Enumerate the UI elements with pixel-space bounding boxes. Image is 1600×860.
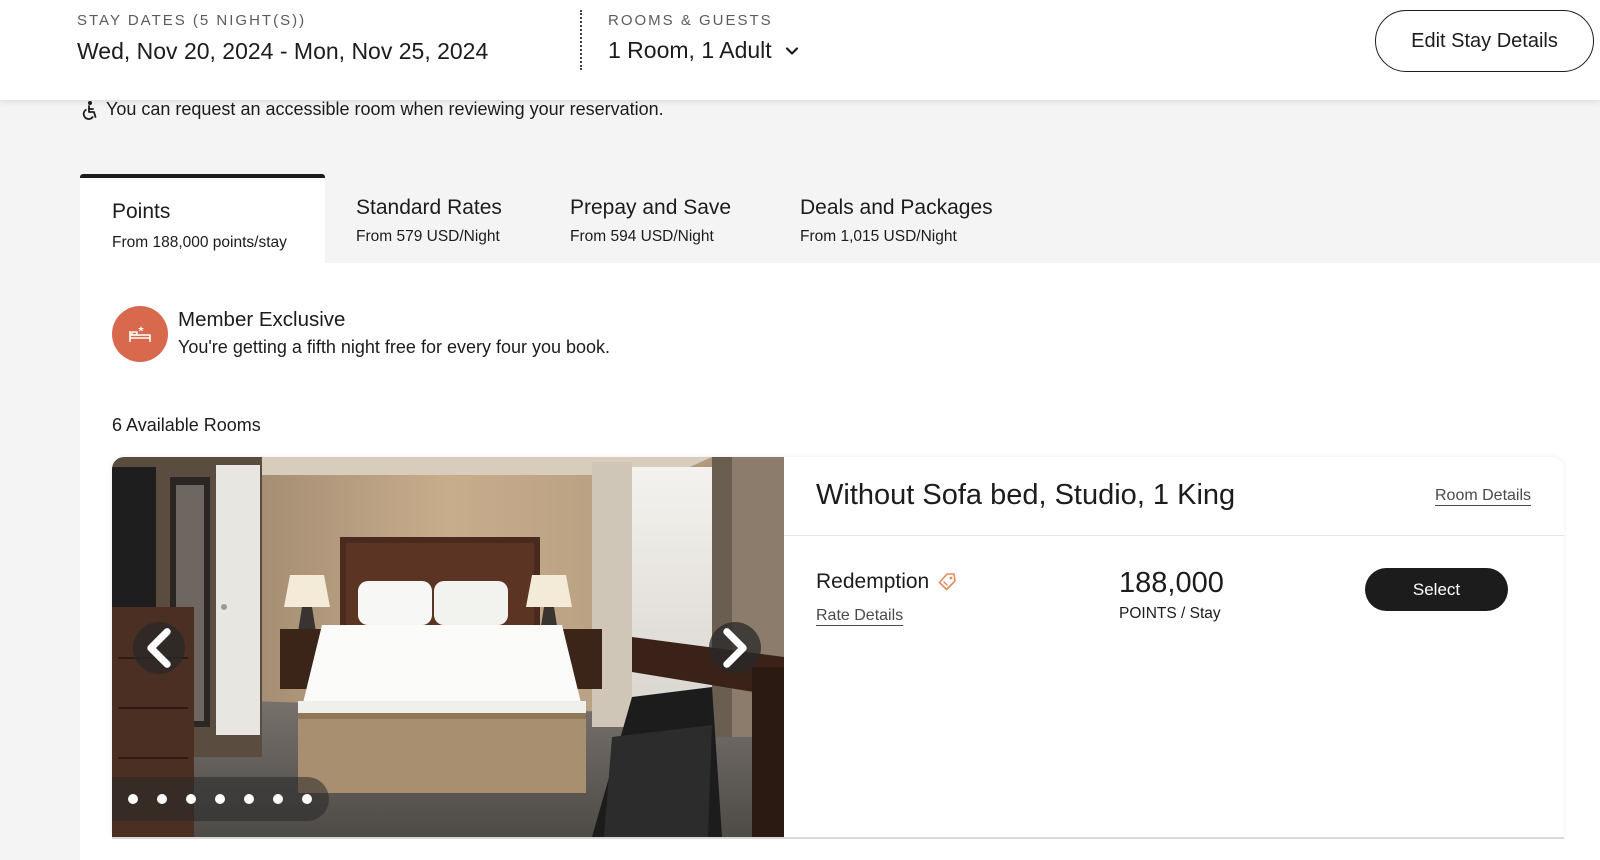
rooms-guests-label: ROOMS & GUESTS: [608, 12, 773, 29]
room-card: Without Sofa bed, Studio, 1 King Room De…: [112, 457, 1564, 837]
available-rooms-count: 6 Available Rooms: [112, 415, 261, 435]
tab-title: Prepay and Save: [570, 196, 732, 219]
room-details-link[interactable]: Room Details: [1435, 487, 1531, 505]
rate-name-text: Redemption: [816, 570, 930, 593]
photo-dot[interactable]: [244, 794, 254, 804]
tab-title: Deals and Packages: [800, 196, 993, 219]
photo-dot[interactable]: [186, 794, 196, 804]
chevron-down-icon: [785, 46, 798, 55]
photo-pagination: [112, 777, 329, 821]
select-room-button[interactable]: Select: [1365, 568, 1508, 611]
rooms-guests-value: 1 Room, 1 Adult: [608, 37, 772, 63]
accessibility-note-text: You can request an accessible room when …: [106, 99, 664, 119]
bed-star-icon: [129, 326, 151, 342]
rate-tabs: Points From 188,000 points/stay Standard…: [80, 174, 1600, 264]
tab-points[interactable]: Points From 188,000 points/stay: [80, 174, 325, 264]
points-price: 188,000: [1119, 567, 1224, 599]
header-divider: [580, 10, 582, 70]
points-unit: POINTS / Stay: [1119, 605, 1221, 622]
wheelchair-icon: [82, 100, 97, 120]
rate-name: Redemption: [816, 570, 957, 594]
chevron-right-icon: [723, 628, 747, 668]
card-divider: [784, 535, 1564, 536]
photo-dot[interactable]: [128, 794, 138, 804]
tab-subtitle: From 1,015 USD/Night: [800, 228, 957, 245]
room-title: Without Sofa bed, Studio, 1 King: [816, 479, 1236, 511]
stay-dates-label: STAY DATES (5 NIGHT(S)): [77, 12, 307, 29]
card-bottom-border: [112, 837, 1564, 839]
tab-title: Standard Rates: [356, 196, 502, 219]
tab-subtitle: From 594 USD/Night: [570, 228, 714, 245]
photo-dot[interactable]: [302, 794, 312, 804]
rate-details-link[interactable]: Rate Details: [816, 607, 903, 625]
tab-subtitle: From 579 USD/Night: [356, 228, 500, 245]
tab-title: Points: [112, 200, 171, 223]
stay-header: STAY DATES (5 NIGHT(S)) Wed, Nov 20, 202…: [0, 0, 1600, 100]
rooms-guests-dropdown[interactable]: 1 Room, 1 Adult: [608, 37, 800, 64]
stay-dates-value[interactable]: Wed, Nov 20, 2024 - Mon, Nov 25, 2024: [77, 38, 488, 65]
photo-dot[interactable]: [157, 794, 167, 804]
photo-dot[interactable]: [215, 794, 225, 804]
next-photo-button[interactable]: [709, 622, 761, 674]
member-exclusive-text: You're getting a fifth night free for ev…: [178, 337, 611, 357]
photo-dot[interactable]: [273, 794, 283, 804]
previous-photo-button[interactable]: [133, 622, 185, 674]
tab-subtitle: From 188,000 points/stay: [112, 234, 287, 251]
room-photo-carousel[interactable]: [112, 457, 784, 837]
edit-stay-details-button[interactable]: Edit Stay Details: [1375, 10, 1594, 72]
accessibility-note: You can request an accessible room when …: [80, 99, 664, 120]
member-exclusive-title: Member Exclusive: [178, 308, 346, 331]
rates-panel: Member Exclusive You're getting a fifth …: [80, 263, 1600, 860]
price-tag-icon: [938, 573, 957, 591]
member-exclusive-badge: [112, 306, 168, 362]
